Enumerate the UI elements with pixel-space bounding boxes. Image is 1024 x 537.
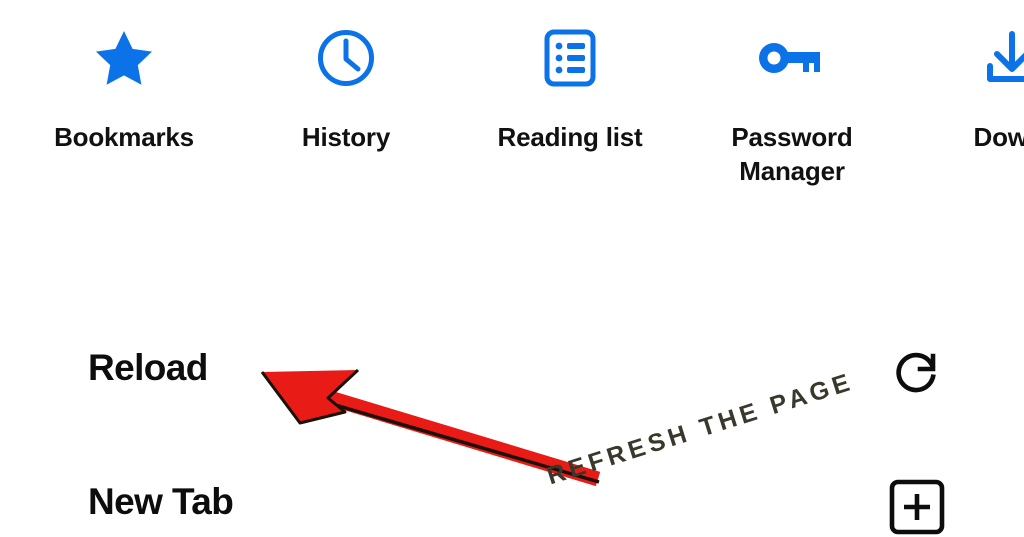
shortcut-label: Downl bbox=[973, 122, 1024, 152]
shortcut-label: Bookmarks bbox=[54, 122, 194, 152]
shortcut-password-manager[interactable]: Password Manager bbox=[692, 18, 892, 189]
menu-item-new-tab[interactable]: New Tab bbox=[0, 478, 1024, 537]
reading-list-icon bbox=[470, 18, 670, 98]
new-tab-icon bbox=[888, 478, 946, 536]
key-icon bbox=[692, 18, 892, 98]
shortcut-label: History bbox=[301, 122, 391, 152]
menu-item-label: New Tab bbox=[88, 481, 234, 522]
shortcut-label: Reading list bbox=[497, 122, 643, 152]
shortcut-bookmarks[interactable]: Bookmarks bbox=[24, 18, 224, 154]
menu-item-label: Reload bbox=[88, 347, 208, 388]
shortcut-reading-list[interactable]: Reading list bbox=[470, 18, 670, 154]
browser-menu-screen: Bookmarks History Reading list Password … bbox=[0, 0, 1024, 537]
reload-icon bbox=[888, 344, 946, 402]
shortcut-icon-row: Bookmarks History Reading list Password … bbox=[0, 0, 1024, 240]
star-icon bbox=[24, 18, 224, 98]
clock-icon bbox=[246, 18, 446, 98]
shortcut-downloads[interactable]: Downl bbox=[912, 18, 1024, 154]
download-icon bbox=[912, 18, 1024, 98]
menu-item-reload[interactable]: Reload bbox=[0, 344, 1024, 440]
shortcut-history[interactable]: History bbox=[246, 18, 446, 154]
shortcut-label: Password Manager bbox=[731, 122, 853, 187]
